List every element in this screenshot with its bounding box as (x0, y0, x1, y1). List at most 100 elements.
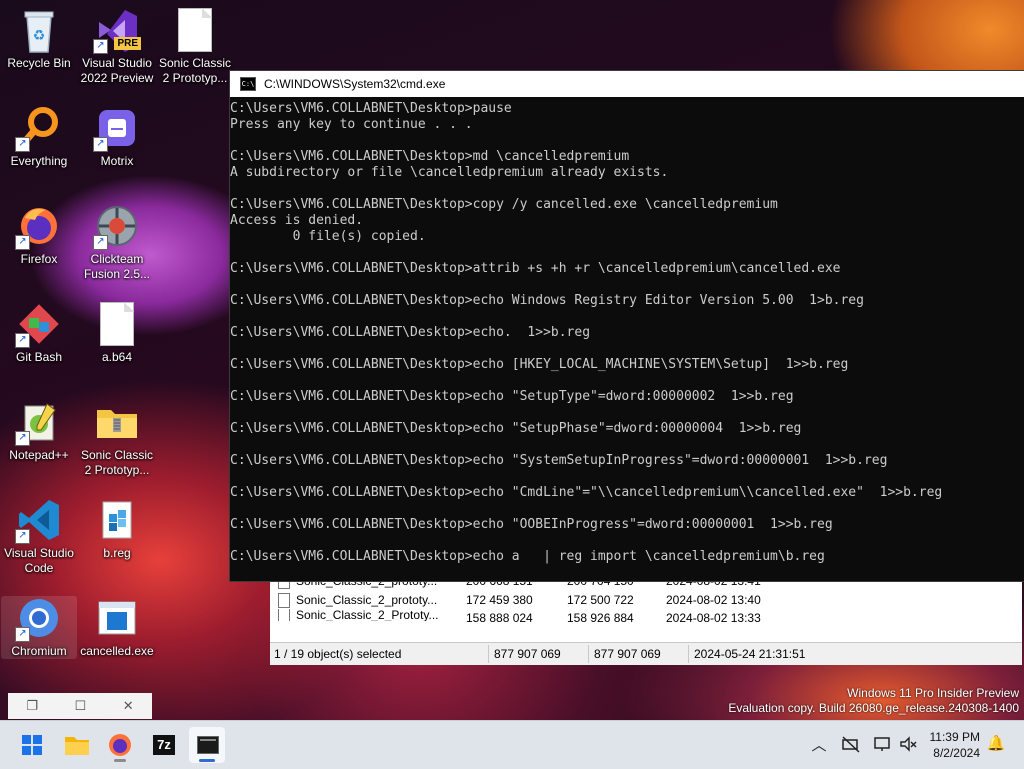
desktop-icon-everything[interactable]: ↗ Everything (1, 106, 77, 169)
file-name: Sonic_Classic_2_prototy... (296, 593, 438, 607)
firefox-icon: ↗ (15, 204, 61, 250)
chevron-up-icon[interactable]: ︿ (809, 734, 829, 754)
shortcut-arrow-icon: ↗ (15, 137, 30, 152)
status-bar: 1 / 19 object(s) selected 877 907 069 87… (270, 642, 1022, 665)
desktop-icon-label: Sonic Classic 2 Prototyp... (158, 56, 232, 85)
volume-muted-icon[interactable] (898, 734, 918, 754)
desktop-icon-clickteam-fusion[interactable]: ↗ Clickteam Fusion 2.5... (79, 204, 155, 282)
desktop-icon-label: Visual Studio 2022 Preview (80, 56, 154, 85)
desktop-icon-label: Everything (10, 154, 68, 168)
desktop-icon-chromium[interactable]: ↗ Chromium (1, 596, 77, 659)
taskbar-7zip[interactable]: 7z (146, 727, 182, 763)
restore-button[interactable]: ❐ (26, 699, 38, 714)
windows-logo-icon (22, 735, 42, 755)
desktop-icon-recycle-bin[interactable]: ♻ Recycle Bin (1, 8, 77, 71)
desktop-icon-label: Chromium (11, 644, 67, 658)
shortcut-arrow-icon: ↗ (93, 137, 108, 152)
taskbar-file-explorer[interactable] (59, 727, 95, 763)
watermark-build: Evaluation copy. Build 26080.ge_release.… (728, 701, 1019, 715)
clickteam-fusion-icon: ↗ (93, 204, 139, 250)
taskbar-clock[interactable]: 11:39 PM 8/2/2024 (930, 729, 980, 761)
console-line: C:\Users\VM6.COLLABNET\Desktop>echo Wind… (230, 293, 864, 308)
desktop-icon-b-reg[interactable]: b.reg (79, 498, 155, 561)
start-button[interactable] (14, 727, 50, 763)
notepad-plus-plus-icon: ↗ (15, 400, 61, 446)
desktop-icon-sonic-classic-folder[interactable]: Sonic Classic 2 Prototyp... (79, 400, 155, 478)
taskbar-firefox[interactable] (102, 727, 138, 763)
terminal-icon (197, 736, 219, 754)
desktop-icon-notepad-plus-plus[interactable]: ↗ Notepad++ (1, 400, 77, 463)
desktop-icon-label: Recycle Bin (7, 56, 71, 70)
desktop-icon-label: Motrix (100, 154, 134, 168)
desktop-icon-label: Visual Studio Code (4, 546, 74, 575)
desktop-icon-visual-studio-code[interactable]: ↗ Visual Studio Code (1, 498, 77, 576)
console-line: C:\Users\VM6.COLLABNET\Desktop>echo "OOB… (230, 517, 833, 532)
file-modified: 2024-08-02 13:33 (666, 611, 761, 622)
file-packed-size: 172 500 722 (567, 593, 634, 607)
desktop-icon-label: Firefox (20, 252, 58, 266)
visual-studio-icon: PRE ↗ (93, 8, 141, 54)
console-line: C:\Users\VM6.COLLABNET\Desktop>md \cance… (230, 149, 630, 164)
maximize-button[interactable]: ☐ (75, 699, 87, 714)
console-line: C:\Users\VM6.COLLABNET\Desktop>echo "Cmd… (230, 485, 943, 500)
console-line: C:\Users\VM6.COLLABNET\Desktop>echo "Set… (230, 389, 794, 404)
desktop-icon-git-bash[interactable]: ↗ Git Bash (1, 302, 77, 365)
shortcut-arrow-icon: ↗ (93, 39, 108, 54)
file-packed-size: 158 926 884 (567, 611, 634, 622)
shortcut-arrow-icon: ↗ (15, 627, 30, 642)
exe-file-icon (95, 596, 139, 640)
shortcut-arrow-icon: ↗ (15, 529, 30, 544)
recycle-bin-icon: ♻ (17, 8, 61, 53)
notification-bell-icon[interactable]: 🔔 (986, 734, 1006, 754)
close-button[interactable]: ✕ (123, 699, 134, 714)
desktop-icon-label: Notepad++ (9, 448, 69, 462)
taskbar-command-prompt[interactable] (189, 727, 225, 763)
console-line: 0 file(s) copied. (230, 229, 426, 244)
folder-icon (65, 737, 89, 755)
console-line: C:\Users\VM6.COLLABNET\Desktop>copy /y c… (230, 197, 778, 212)
console-line: Press any key to continue . . . (230, 117, 473, 132)
svg-text:♻: ♻ (33, 28, 46, 44)
desktop-icon-label: a.b64 (101, 350, 133, 364)
shortcut-arrow-icon: ↗ (15, 431, 30, 446)
network-disconnected-icon[interactable] (841, 734, 861, 754)
magnifier-icon: ↗ (15, 106, 61, 152)
clock-time: 11:39 PM (929, 730, 980, 744)
file-row[interactable]: Sonic_Classic_2_Prototy... (278, 609, 439, 621)
console-output[interactable]: C:\Users\VM6.COLLABNET\Desktop>pause Pres… (230, 97, 1024, 565)
cmd-titlebar[interactable]: C:\ C:\WINDOWS\System32\cmd.exe (230, 71, 1024, 97)
clock-date: 8/2/2024 (933, 746, 980, 760)
git-bash-icon: ↗ (15, 302, 61, 348)
status-packed-size: 877 907 069 (594, 647, 661, 661)
window-title: C:\WINDOWS\System32\cmd.exe (264, 77, 446, 91)
desktop-icon-visual-studio-2022-preview[interactable]: PRE ↗ Visual Studio 2022 Preview (79, 8, 155, 86)
registry-file-icon (95, 498, 139, 542)
windows-watermark: Windows 11 Pro Insider Preview Evaluatio… (728, 686, 1019, 716)
file-row[interactable]: Sonic_Classic_2_prototy... (278, 591, 437, 609)
shortcut-arrow-icon: ↗ (93, 235, 108, 250)
taskbar: 7z ︿ 11:39 PM 8/2/2024 🔔 (0, 720, 1024, 769)
motrix-icon: ↗ (93, 106, 139, 152)
shortcut-arrow-icon: ↗ (15, 235, 30, 250)
file-size: 158 888 024 (466, 611, 533, 622)
file-icon (278, 592, 290, 608)
window-controls: ❐ ☐ ✕ (8, 693, 152, 719)
desktop-icon-firefox[interactable]: ↗ Firefox (1, 204, 77, 267)
cmd-icon: C:\ (240, 77, 256, 91)
desktop-icon-a-b64[interactable]: a.b64 (79, 302, 155, 365)
console-line: A subdirectory or file \cancelledpremium… (230, 165, 669, 180)
desktop-icon-sonic-classic-file[interactable]: Sonic Classic 2 Prototyp... (157, 8, 233, 86)
console-line: C:\Users\VM6.COLLABNET\Desktop>echo "Set… (230, 421, 802, 436)
cmd-window[interactable]: C:\ C:\WINDOWS\System32\cmd.exe C:\Users… (229, 70, 1024, 582)
desktop-icon-motrix[interactable]: ↗ Motrix (79, 106, 155, 169)
desktop-icon-cancelled-exe[interactable]: cancelled.exe (79, 596, 155, 659)
console-line: Access is denied. (230, 213, 364, 228)
network-icon[interactable] (872, 734, 892, 754)
